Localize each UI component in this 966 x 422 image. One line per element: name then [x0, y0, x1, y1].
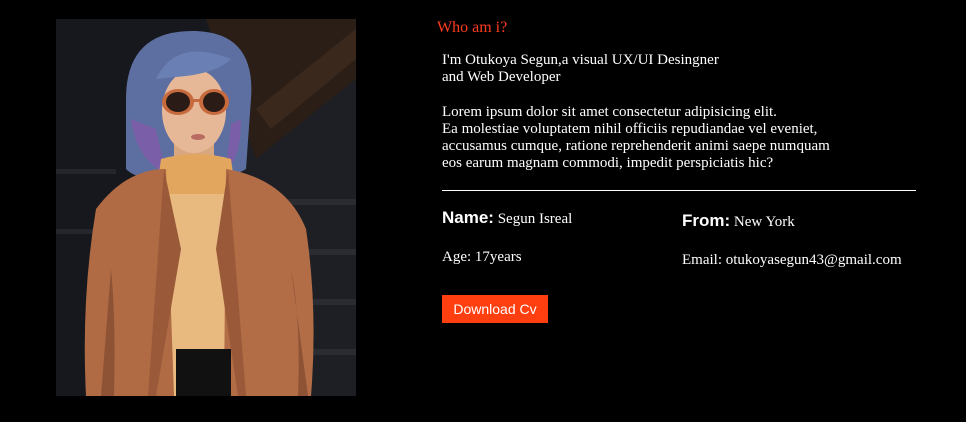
name-label: Name:	[442, 208, 494, 227]
profile-illustration	[56, 19, 356, 396]
from-value: New York	[733, 214, 795, 230]
bio-paragraph: Lorem ipsum dolor sit amet consectetur a…	[442, 104, 872, 172]
profile-photo	[56, 19, 356, 396]
age-field: Age: 17years	[442, 249, 522, 265]
from-field: From: New York	[682, 212, 795, 231]
name-value: Segun Isreal	[497, 211, 573, 227]
intro-line: I'm Otukoya Segun,a visual UX/UI Desingn…	[442, 52, 719, 68]
bio-line: Ea molestiae voluptatem nihil officiis r…	[442, 121, 818, 137]
divider	[442, 190, 916, 191]
intro-text: I'm Otukoya Segun,a visual UX/UI Desingn…	[442, 52, 772, 86]
name-field: Name: Segun Isreal	[442, 209, 572, 228]
email-field: Email: otukoyasegun43@gmail.com	[682, 252, 902, 268]
section-heading: Who am i?	[437, 19, 508, 36]
bio-line: eos earum magnam commodi, impedit perspi…	[442, 155, 774, 171]
intro-line: and Web Developer	[442, 69, 561, 85]
bio-line: accusamus cumque, ratione reprehenderit …	[442, 138, 830, 154]
from-label: From:	[682, 211, 731, 230]
download-cv-button[interactable]: Download Cv	[442, 295, 548, 323]
bio-line: Lorem ipsum dolor sit amet consectetur a…	[442, 104, 777, 120]
